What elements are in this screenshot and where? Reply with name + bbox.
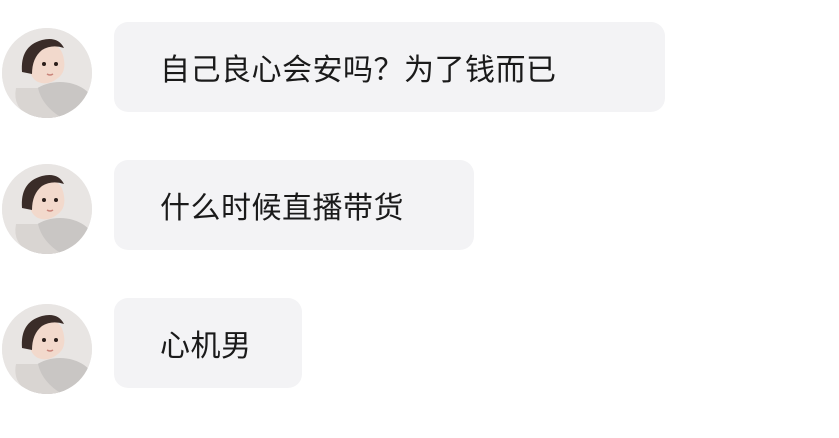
message-text: 心机男 <box>160 329 252 364</box>
message-bubble[interactable]: 自己良心会安吗？为了钱而已 <box>114 22 665 112</box>
message-bubble[interactable]: 心机男 <box>114 298 302 388</box>
message-text: 自己良心会安吗？为了钱而已 <box>160 53 557 88</box>
user-avatar-icon[interactable] <box>2 28 92 118</box>
user-avatar-icon[interactable] <box>2 304 92 394</box>
message-bubble[interactable]: 什么时候直播带货 <box>114 160 474 250</box>
message-text: 什么时候直播带货 <box>160 191 404 226</box>
chat-message-list: 自己良心会安吗？为了钱而已 什么时候直播带货 心机男 <box>0 0 839 438</box>
user-avatar-icon[interactable] <box>2 164 92 254</box>
